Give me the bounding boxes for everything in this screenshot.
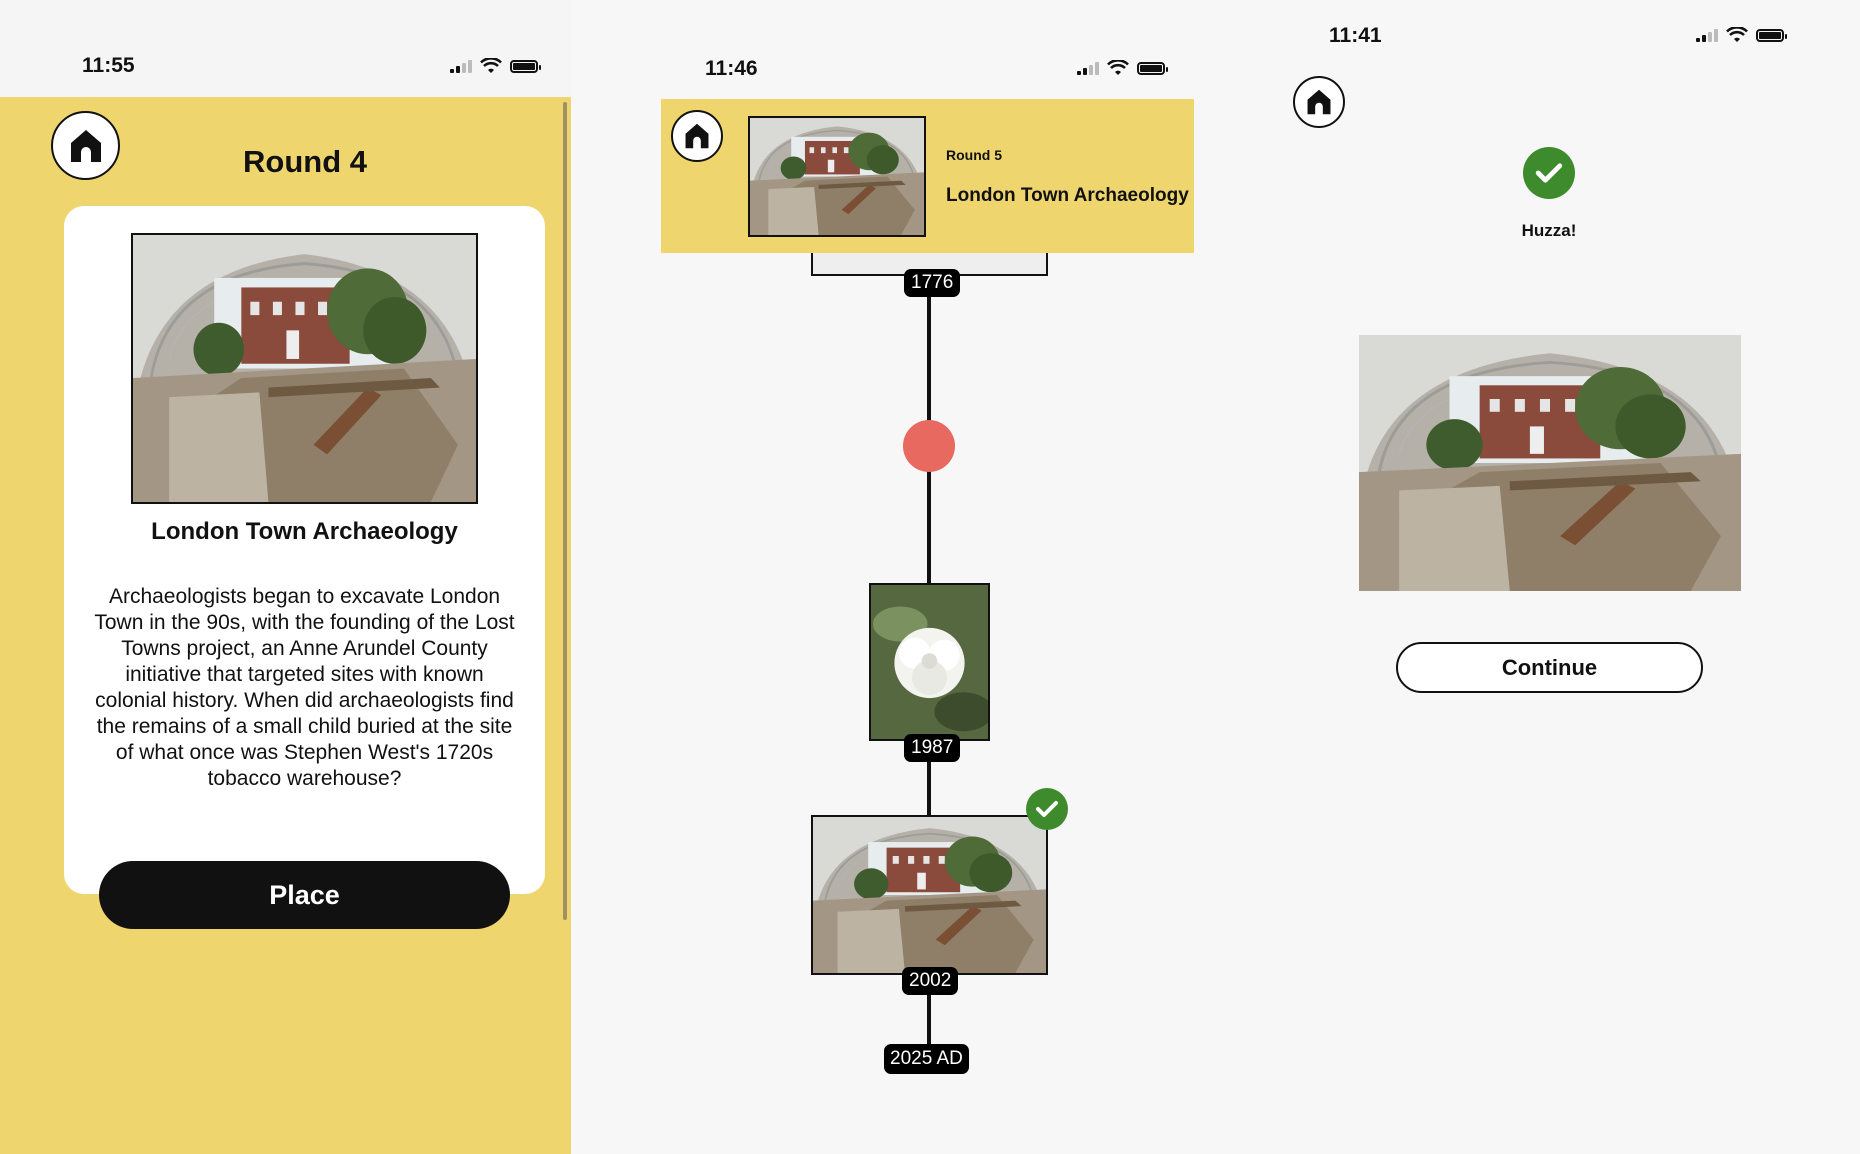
battery-icon: [1137, 61, 1168, 75]
signal-icon: [1077, 61, 1099, 75]
header-round-label: Round 5: [946, 147, 1002, 163]
year-tag-1987: 1987: [904, 734, 961, 762]
success-check-badge: [1523, 147, 1575, 199]
home-button[interactable]: [1293, 76, 1345, 128]
battery-icon: [1756, 28, 1787, 42]
signal-icon: [1696, 28, 1718, 42]
card-description: Archaeologists began to excavate London …: [94, 585, 515, 790]
year-tag-2002: 2002: [902, 967, 959, 995]
screen1-time: 11:55: [82, 54, 135, 77]
question-photo: [131, 233, 478, 504]
screen1-status-area: [0, 0, 571, 97]
screen3-time: 11:41: [1329, 24, 1382, 47]
wifi-icon: [480, 58, 502, 74]
check-icon: [1535, 163, 1563, 183]
wifi-icon: [1107, 60, 1129, 76]
result-text: Huzza!: [1521, 221, 1577, 240]
home-button[interactable]: [671, 110, 723, 162]
placement-marker[interactable]: [903, 420, 955, 472]
header-title: London Town Archaeology: [946, 185, 1189, 206]
round-title: Round 4: [243, 144, 367, 179]
signal-icon: [450, 59, 472, 73]
home-button[interactable]: [51, 111, 120, 180]
timeline-card-2002[interactable]: [811, 815, 1048, 975]
screen2-time: 11:46: [705, 57, 758, 80]
home-icon: [1307, 89, 1331, 115]
place-button[interactable]: Place: [99, 861, 510, 929]
header-photo: [748, 116, 926, 237]
year-tag-present: 2025 AD: [884, 1044, 969, 1074]
check-icon: [1036, 801, 1058, 817]
screen3-status-icons: [1696, 27, 1787, 43]
screen1-status-icons: [450, 58, 541, 74]
wifi-icon: [1726, 27, 1748, 43]
home-icon: [70, 129, 101, 162]
flower-image: [871, 585, 988, 739]
year-tag-1776: 1776: [904, 269, 961, 297]
continue-button[interactable]: Continue: [1396, 642, 1703, 693]
round-header-banner: [661, 99, 1194, 253]
result-photo: [1359, 335, 1741, 591]
screen2-status-icons: [1077, 60, 1168, 76]
timeline-card-1987[interactable]: [869, 583, 990, 741]
correct-check-badge: [1026, 788, 1068, 830]
home-icon: [685, 123, 709, 149]
card-title: London Town Archaeology: [151, 518, 458, 545]
screen1-scrollbar[interactable]: [563, 102, 567, 920]
battery-icon: [510, 59, 541, 73]
